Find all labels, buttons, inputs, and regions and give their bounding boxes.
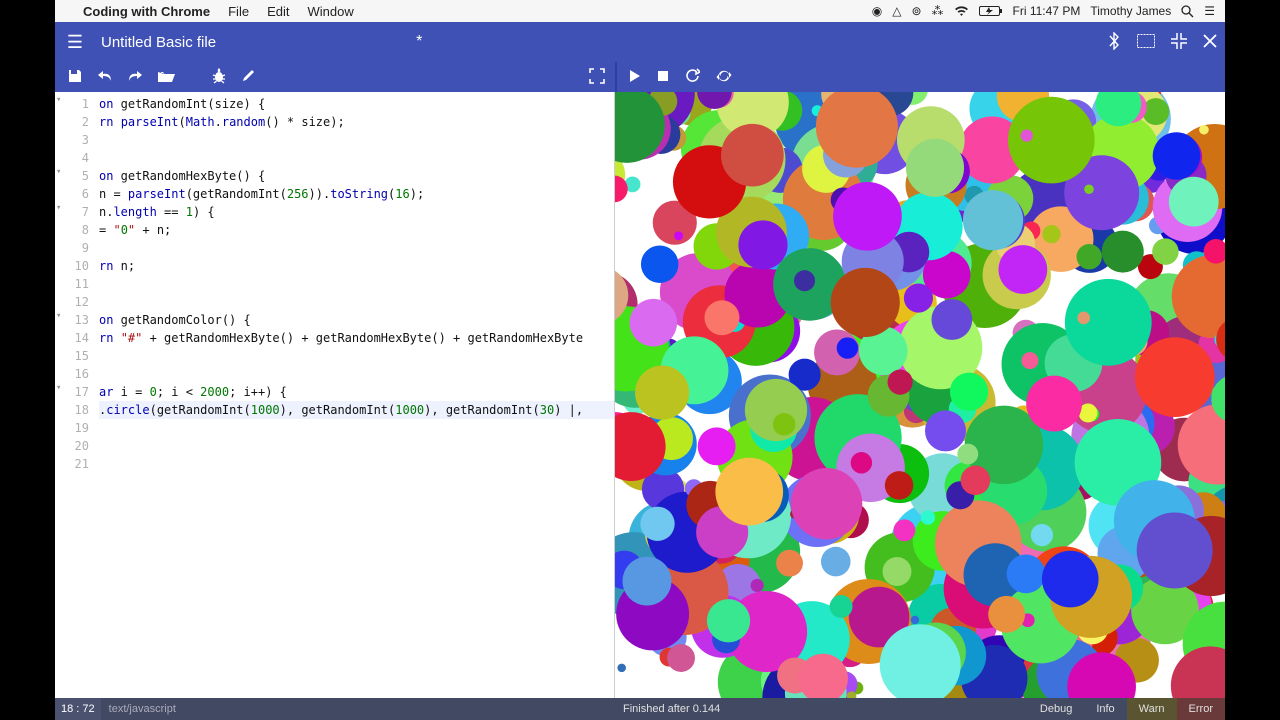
unsaved-indicator: * bbox=[416, 33, 422, 51]
language-mode[interactable]: text/javascript bbox=[101, 703, 184, 715]
document-title: Untitled Basic file bbox=[101, 34, 216, 51]
gdrive-icon[interactable]: △ bbox=[892, 4, 901, 18]
menubar-app[interactable]: Coding with Chrome bbox=[83, 4, 210, 19]
bluetooth-icon[interactable]: ⁂ bbox=[932, 4, 944, 18]
sync-icon[interactable]: ⊚ bbox=[911, 4, 921, 18]
collapse-icon[interactable] bbox=[1171, 33, 1187, 52]
menubar-clock[interactable]: Fri 11:47 PM bbox=[1013, 4, 1081, 18]
auto-reload-icon[interactable] bbox=[716, 68, 732, 87]
info-button[interactable]: Info bbox=[1084, 698, 1126, 720]
wifi-icon[interactable] bbox=[954, 5, 969, 17]
close-icon[interactable] bbox=[1203, 34, 1217, 51]
debug-bug-icon[interactable] bbox=[211, 68, 227, 87]
error-button[interactable]: Error bbox=[1177, 698, 1225, 720]
cursor-position: 18 : 72 bbox=[55, 698, 101, 720]
run-statusbar: Finished after 0.144 Debug Info Warn Err… bbox=[615, 698, 1225, 720]
toolbar bbox=[55, 62, 1225, 92]
warn-button[interactable]: Warn bbox=[1127, 698, 1177, 720]
edit-pencil-icon[interactable] bbox=[241, 68, 256, 86]
app-titlebar: ☰ Untitled Basic file * bbox=[55, 22, 1225, 62]
macos-menubar: Coding with Chrome File Edit Window ◉ △ … bbox=[55, 0, 1225, 22]
screencast-icon[interactable]: ◉ bbox=[872, 4, 882, 18]
line-gutter: 123456789101112131415161718192021 bbox=[65, 92, 95, 698]
spotlight-icon[interactable] bbox=[1181, 5, 1194, 18]
menubar-window[interactable]: Window bbox=[307, 4, 353, 19]
bluetooth-app-icon[interactable] bbox=[1107, 32, 1121, 53]
redo-icon[interactable] bbox=[127, 69, 143, 86]
hamburger-icon[interactable]: ☰ bbox=[55, 32, 95, 53]
menubar-file[interactable]: File bbox=[228, 4, 249, 19]
stop-icon[interactable] bbox=[657, 70, 669, 85]
menubar-edit[interactable]: Edit bbox=[267, 4, 289, 19]
undo-icon[interactable] bbox=[97, 69, 113, 86]
battery-icon[interactable] bbox=[979, 5, 1003, 17]
menu-icon[interactable]: ☰ bbox=[1204, 4, 1215, 18]
run-status: Finished after 0.144 bbox=[615, 703, 1028, 715]
play-icon[interactable] bbox=[629, 69, 641, 86]
output-canvas bbox=[615, 92, 1225, 698]
code-editor[interactable]: ▾▾▾▾▾ 123456789101112131415161718192021 … bbox=[55, 92, 615, 698]
debug-button[interactable]: Debug bbox=[1028, 698, 1084, 720]
save-icon[interactable] bbox=[67, 68, 83, 87]
reload-icon[interactable] bbox=[685, 68, 700, 86]
menubar-user[interactable]: Timothy James bbox=[1090, 4, 1171, 18]
open-folder-icon[interactable] bbox=[157, 69, 175, 86]
editor-statusbar: 18 : 72 text/javascript bbox=[55, 698, 615, 720]
fullscreen-icon[interactable] bbox=[589, 68, 605, 87]
layout-select-icon[interactable] bbox=[1137, 34, 1155, 51]
